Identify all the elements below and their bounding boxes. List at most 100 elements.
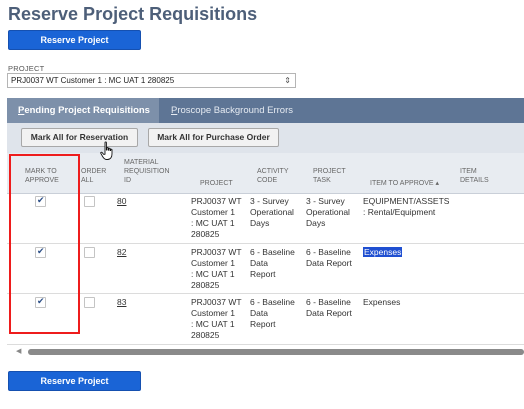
mark-all-purchase-order-button[interactable]: Mark All for Purchase Order	[148, 128, 279, 147]
cell-line: Days	[250, 218, 270, 228]
cell-line: Days	[306, 218, 326, 228]
tab-pending-requisitions[interactable]: Pending Project Requisitions	[7, 98, 159, 123]
cell-line: PRJ0037 WT	[191, 297, 242, 307]
cell-line: PRJ0037 WT	[191, 247, 242, 257]
order-all-checkbox[interactable]	[84, 247, 95, 258]
activity-code-cell: 6 - Baseline Data Report	[250, 247, 295, 280]
header-text: ACTIVITY	[257, 168, 289, 175]
header-item-details[interactable]: ITEM DETAILS	[460, 167, 489, 185]
project-cell: PRJ0037 WT Customer 1 : MC UAT 1 280825	[191, 196, 242, 240]
header-text: PROJECT	[313, 168, 346, 175]
cell-line: Operational	[306, 207, 350, 217]
requisition-id-link[interactable]: 80	[117, 196, 126, 207]
cell-line: : MC UAT 1	[191, 319, 235, 329]
header-order-all[interactable]: ORDER ALL	[81, 167, 106, 185]
project-task-cell: 6 - Baseline Data Report	[306, 297, 352, 319]
double-chevron-down-icon[interactable]: ⇕	[284, 74, 291, 87]
header-project-task[interactable]: PROJECT TASK	[313, 167, 346, 185]
header-text: DETAILS	[460, 177, 489, 184]
cell-line: Report	[250, 319, 276, 329]
scrollbar-track[interactable]	[28, 349, 524, 355]
cell-line: : Rental/Equipment	[363, 207, 436, 217]
header-text: ORDER	[81, 168, 107, 175]
project-task-cell: 6 - Baseline Data Report	[306, 247, 352, 269]
activity-code-cell: 6 - Baseline Data Report	[250, 297, 295, 330]
cell-line: Data	[250, 258, 268, 268]
cell-line: 3 - Survey	[250, 196, 289, 206]
project-select-value: PRJ0037 WT Customer 1 : MC UAT 1 280825	[11, 76, 175, 85]
header-item-to-approve[interactable]: ITEM TO APPROVE ▴	[370, 179, 439, 188]
mark-all-reservation-button[interactable]: Mark All for Reservation	[21, 128, 138, 147]
scroll-left-arrow-icon[interactable]: ◀	[16, 347, 21, 355]
cell-line: EQUIPMENT/ASSETS	[363, 196, 450, 206]
header-mark-to-approve[interactable]: MARK TO APPROVE	[25, 167, 59, 185]
header-text: MATERIAL	[124, 159, 159, 166]
cell-line: Customer 1	[191, 308, 235, 318]
item-to-approve-cell: Expenses	[363, 247, 403, 258]
mark-to-approve-checkbox[interactable]	[35, 296, 46, 308]
requisition-id-link[interactable]: 83	[117, 297, 126, 308]
cell-line: 6 - Baseline	[306, 297, 351, 307]
cell-line: Operational	[250, 207, 294, 217]
cell-line: 6 - Baseline	[306, 247, 351, 257]
cell-line: Customer 1	[191, 207, 235, 217]
tab-bar: Pending Project Requisitions Proscope Ba…	[7, 98, 524, 123]
reserve-requisitions-button-top[interactable]: Reserve Project Requisitions	[8, 30, 141, 63]
project-cell: PRJ0037 WT Customer 1 : MC UAT 1 280825	[191, 247, 242, 291]
cell-line: 3 - Survey	[306, 196, 345, 206]
reserve-requisitions-button-bottom[interactable]: Reserve Project Requisitions	[8, 371, 141, 404]
order-all-checkbox[interactable]	[84, 196, 95, 207]
cell-line: : MC UAT 1	[191, 218, 235, 228]
cell-line: Expenses	[363, 297, 401, 307]
cell-line: 6 - Baseline	[250, 247, 295, 257]
header-material-requisition-id[interactable]: MATERIAL REQUISITION ID	[124, 158, 170, 185]
item-to-approve-cell: Expenses	[363, 297, 400, 308]
cell-line: PRJ0037 WT	[191, 196, 242, 206]
cell-line: 280825	[191, 280, 220, 290]
header-text: ALL	[81, 177, 94, 184]
tab-pending-label: ending Project Requisitions	[24, 105, 150, 116]
hand-pointer-icon	[100, 141, 113, 160]
project-select[interactable]: PRJ0037 WT Customer 1 : MC UAT 1 280825 …	[7, 73, 296, 88]
cell-line: 6 - Baseline	[250, 297, 295, 307]
project-field-label: PROJECT	[8, 64, 45, 73]
header-text: MARK TO	[25, 168, 57, 175]
header-text: REQUISITION	[124, 168, 170, 175]
header-text: CODE	[257, 177, 278, 184]
horizontal-scrollbar[interactable]: ◀	[16, 345, 524, 357]
mark-to-approve-checkbox[interactable]	[35, 195, 46, 207]
activity-code-cell: 3 - Survey Operational Days	[250, 196, 294, 229]
header-text: ITEM	[460, 168, 477, 175]
table-row: 82 PRJ0037 WT Customer 1 : MC UAT 1 2808…	[7, 244, 524, 294]
table-row: 83 PRJ0037 WT Customer 1 : MC UAT 1 2808…	[7, 294, 524, 345]
header-text: ITEM TO APPROVE ▴	[370, 180, 439, 187]
table-header: MARK TO APPROVE ORDER ALL MATERIAL REQUI…	[7, 153, 524, 194]
cell-line: 280825	[191, 229, 220, 239]
action-bar: Mark All for Reservation Mark All for Pu…	[7, 123, 524, 153]
order-all-checkbox[interactable]	[84, 297, 95, 308]
cell-line: 280825	[191, 330, 220, 340]
cell-line: : MC UAT 1	[191, 269, 235, 279]
cell-line: Data Report	[306, 308, 352, 318]
tab-errors-label: roscope Background Errors	[177, 105, 293, 116]
page-title: Reserve Project Requisitions	[8, 4, 258, 24]
header-text: ID	[124, 177, 131, 184]
cell-line-selected: Expenses	[363, 247, 403, 257]
table-row: 80 PRJ0037 WT Customer 1 : MC UAT 1 2808…	[7, 194, 524, 244]
cell-line: Data	[250, 308, 268, 318]
scrollbar-thumb[interactable]	[28, 349, 524, 355]
header-text: APPROVE	[25, 177, 59, 184]
header-text: TASK	[313, 177, 331, 184]
tab-background-errors[interactable]: Proscope Background Errors	[171, 98, 293, 123]
mark-to-approve-checkbox[interactable]	[35, 246, 46, 258]
header-activity-code[interactable]: ACTIVITY CODE	[257, 167, 289, 185]
requisition-id-link[interactable]: 82	[117, 247, 126, 258]
header-text: PROJECT	[200, 180, 233, 187]
project-cell: PRJ0037 WT Customer 1 : MC UAT 1 280825	[191, 297, 242, 341]
project-task-cell: 3 - Survey Operational Days	[306, 196, 350, 229]
cell-line: Report	[250, 269, 276, 279]
header-project[interactable]: PROJECT	[200, 179, 233, 188]
cell-line: Customer 1	[191, 258, 235, 268]
cell-line: Data Report	[306, 258, 352, 268]
item-to-approve-cell: EQUIPMENT/ASSETS : Rental/Equipment	[363, 196, 449, 218]
